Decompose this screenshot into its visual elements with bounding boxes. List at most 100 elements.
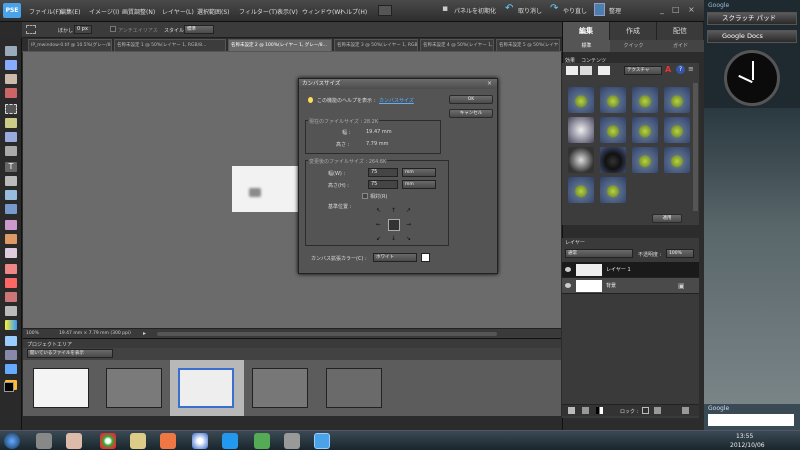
help-link[interactable]: カンバスサイズ bbox=[379, 97, 414, 104]
crop-tool-icon[interactable] bbox=[5, 176, 17, 186]
layer-row[interactable]: 背景 ▣ bbox=[562, 278, 699, 294]
clock-gadget[interactable] bbox=[724, 50, 780, 106]
ext-color-dropdown[interactable]: ホワイト bbox=[373, 253, 417, 262]
new-height-input[interactable]: 75 bbox=[368, 180, 398, 189]
effect-thumbnail[interactable] bbox=[664, 117, 690, 143]
lock-all-icon[interactable] bbox=[654, 407, 661, 414]
fx-icon[interactable] bbox=[566, 66, 578, 75]
menu-edit[interactable]: 編集(E) bbox=[60, 7, 80, 16]
type-tool-icon[interactable]: T bbox=[5, 162, 17, 172]
effect-thumbnail[interactable] bbox=[568, 117, 594, 143]
zoom-level[interactable]: 100% bbox=[26, 331, 39, 336]
width-unit-dropdown[interactable]: mm bbox=[402, 168, 436, 177]
undo-button[interactable]: 取り消し bbox=[518, 6, 542, 17]
google-docs-gadget[interactable]: Google Docs bbox=[707, 30, 797, 43]
ok-button[interactable]: OK bbox=[449, 95, 493, 104]
document-image[interactable] bbox=[232, 166, 299, 212]
itunes-icon[interactable] bbox=[192, 433, 208, 449]
taskbar-app-icon[interactable] bbox=[36, 433, 52, 449]
opacity-dropdown[interactable]: 100% bbox=[666, 249, 694, 258]
effect-thumbnail[interactable] bbox=[600, 147, 626, 173]
doc-tab[interactable]: 名称未設定 4 @ 50%(レイヤー 1, RGB/8... bbox=[420, 39, 494, 52]
delete-layer-icon[interactable] bbox=[682, 407, 689, 414]
tab-edit[interactable]: 編集 bbox=[563, 22, 610, 40]
effect-thumbnail[interactable] bbox=[568, 147, 594, 173]
eraser-tool-icon[interactable] bbox=[5, 264, 17, 274]
subtab-quick[interactable]: クイック bbox=[610, 40, 657, 52]
style-icon[interactable] bbox=[580, 66, 592, 75]
bin-thumbnail[interactable] bbox=[33, 368, 89, 408]
bin-thumbnail[interactable] bbox=[252, 368, 308, 408]
effect-thumbnail[interactable] bbox=[632, 87, 658, 113]
status-arrow-icon[interactable]: ▸ bbox=[143, 330, 146, 337]
effect-thumbnail[interactable] bbox=[632, 117, 658, 143]
move-tool-icon[interactable] bbox=[5, 46, 17, 56]
effect-thumbnail[interactable] bbox=[664, 87, 690, 113]
ext-color-swatch[interactable] bbox=[421, 253, 430, 262]
clock-time[interactable]: 13:55 bbox=[736, 433, 753, 440]
cancel-button[interactable]: キャンセル bbox=[449, 109, 493, 118]
doc-tab[interactable]: 名称未設定 5 @ 50%(レイヤー 1, RGB/8... bbox=[496, 39, 560, 52]
lasso-tool-icon[interactable] bbox=[5, 118, 17, 128]
smart-brush-tool-icon[interactable] bbox=[5, 292, 17, 302]
subtab-full[interactable]: 標準 bbox=[563, 40, 610, 52]
menu-image[interactable]: イメージ(I) bbox=[89, 7, 119, 16]
paint-bucket-tool-icon[interactable] bbox=[5, 306, 17, 316]
media-player-icon[interactable] bbox=[66, 433, 82, 449]
layer-name[interactable]: 背景 bbox=[606, 278, 616, 294]
tab-create[interactable]: 作成 bbox=[610, 22, 657, 40]
clock-date[interactable]: 2012/10/06 bbox=[730, 442, 765, 449]
selection-brush-tool-icon[interactable] bbox=[5, 146, 17, 156]
eyedropper-tool-icon[interactable] bbox=[5, 88, 17, 98]
effect-thumbnail[interactable] bbox=[568, 177, 594, 203]
menu-enhance[interactable]: 画質調整(N) bbox=[122, 7, 155, 16]
bin-thumbnail[interactable] bbox=[106, 368, 162, 408]
maximize-icon[interactable]: □ bbox=[672, 5, 680, 14]
search-input[interactable] bbox=[708, 414, 794, 426]
horizontal-scrollbar[interactable] bbox=[157, 332, 497, 336]
feather-input[interactable]: 0 px bbox=[74, 25, 92, 34]
project-bin-dropdown[interactable]: 開いているファイルを表示 bbox=[27, 349, 113, 358]
reset-panels-button[interactable]: パネルを初期化 bbox=[454, 6, 496, 17]
subtab-guided[interactable]: ガイド bbox=[657, 40, 704, 52]
height-unit-dropdown[interactable]: mm bbox=[402, 180, 436, 189]
anchor-center[interactable] bbox=[388, 219, 400, 231]
redo-button[interactable]: やり直し bbox=[563, 6, 587, 17]
sponge-tool-icon[interactable] bbox=[5, 364, 17, 374]
menu-window[interactable]: ウィンドウ(W) bbox=[302, 7, 343, 16]
effect-thumbnail[interactable] bbox=[600, 177, 626, 203]
marquee-tool-icon[interactable] bbox=[5, 104, 17, 114]
red-eye-tool-icon[interactable] bbox=[5, 220, 17, 230]
slideshow-icon[interactable] bbox=[160, 433, 176, 449]
workspace-layout-button[interactable] bbox=[378, 5, 392, 16]
photoshop-elements-icon[interactable] bbox=[314, 433, 330, 449]
organize-button[interactable]: 整理 bbox=[609, 6, 621, 17]
apply-button[interactable]: 適用 bbox=[652, 214, 682, 223]
bin-thumbnail-selected[interactable] bbox=[178, 368, 234, 408]
effect-thumbnail[interactable] bbox=[632, 147, 658, 173]
effect-thumbnail[interactable] bbox=[664, 147, 690, 173]
shape-tool-icon[interactable] bbox=[5, 336, 17, 346]
relative-checkbox[interactable] bbox=[362, 193, 368, 199]
new-group-icon[interactable] bbox=[582, 407, 589, 414]
new-width-input[interactable]: 75 bbox=[368, 168, 398, 177]
effect-thumbnail[interactable] bbox=[568, 87, 594, 113]
minimize-icon[interactable]: _ bbox=[660, 5, 664, 14]
start-button[interactable] bbox=[4, 433, 20, 449]
new-layer-icon[interactable] bbox=[568, 407, 575, 414]
lock-transparency-icon[interactable] bbox=[642, 407, 649, 414]
straighten-tool-icon[interactable] bbox=[5, 204, 17, 214]
visibility-eye-icon[interactable] bbox=[565, 267, 571, 272]
menu-view[interactable]: 表示(V) bbox=[277, 7, 298, 16]
style-dropdown[interactable]: 標準 bbox=[184, 25, 214, 34]
layer-row-selected[interactable]: レイヤー 1 bbox=[562, 262, 699, 278]
skype-icon[interactable] bbox=[222, 433, 238, 449]
effect-thumbnail[interactable] bbox=[600, 87, 626, 113]
clone-stamp-tool-icon[interactable] bbox=[5, 248, 17, 258]
photo-effects-icon[interactable] bbox=[598, 66, 610, 75]
layer-name[interactable]: レイヤー 1 bbox=[606, 262, 631, 278]
doc-tab[interactable]: 名称未設定 3 @ 50%(レイヤー 1, RGB/8... bbox=[334, 39, 418, 52]
effect-thumbnail[interactable] bbox=[600, 117, 626, 143]
app-icon[interactable] bbox=[284, 433, 300, 449]
menu-select[interactable]: 選択範囲(S) bbox=[197, 7, 230, 16]
